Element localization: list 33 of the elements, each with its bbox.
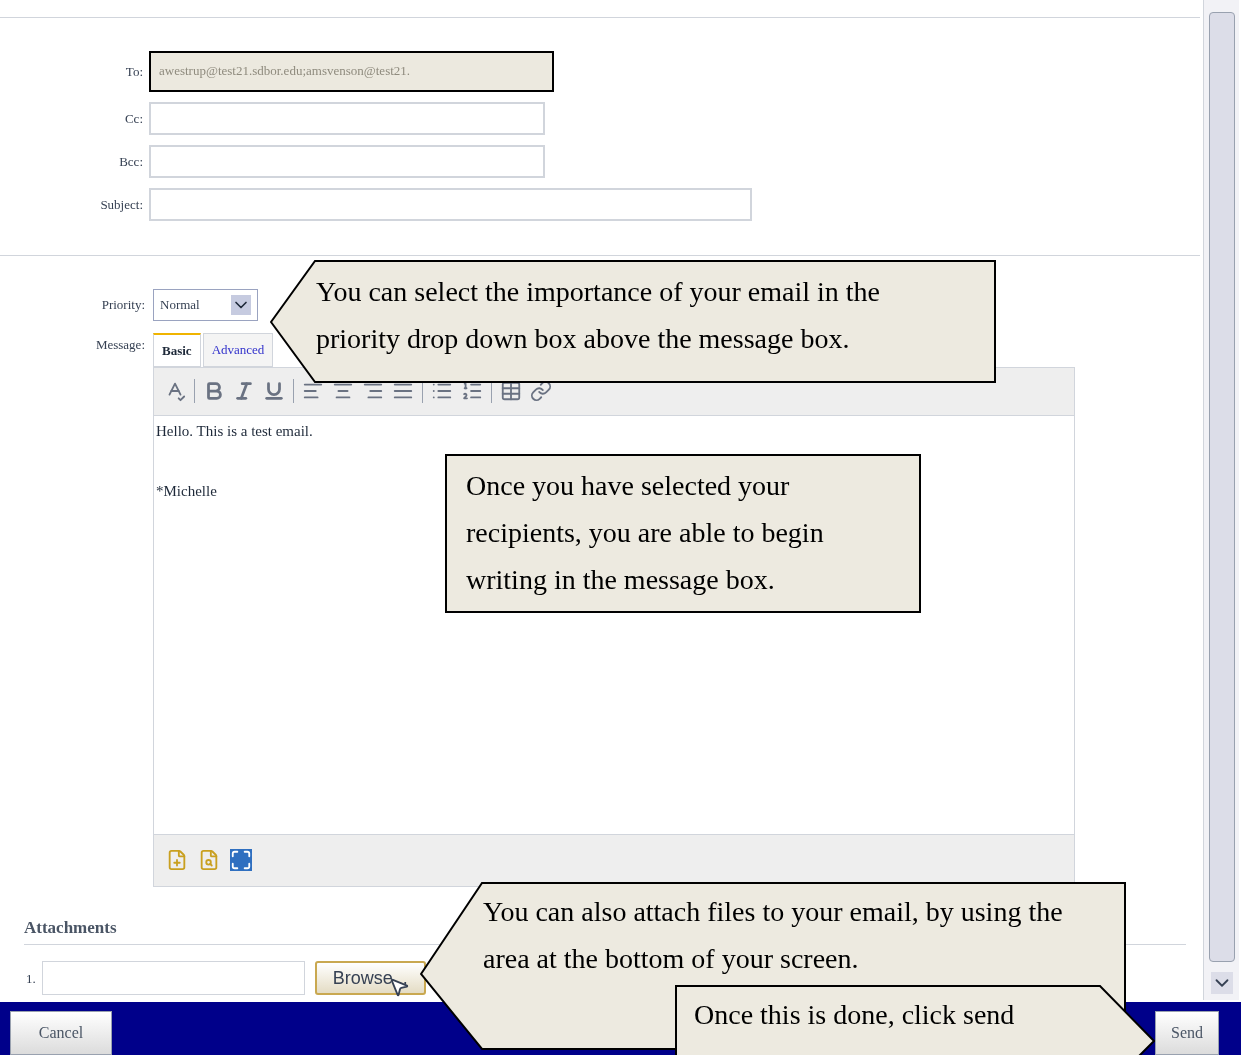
preview-icon [198,849,220,872]
editor-tab[interactable]: Advanced [202,332,274,367]
recipient-field[interactable] [149,144,545,178]
italic-icon [233,380,255,403]
dropdown-icon [231,294,251,315]
editor-tab[interactable]: Basic [153,332,201,367]
browse-button[interactable]: Browse... [314,961,426,996]
cancel-button[interactable]: Cancel [10,1011,112,1055]
field-label: Subject: [99,195,143,214]
message-line: *Michelle [156,482,217,502]
send-button[interactable]: Send [1155,1011,1219,1055]
field-label: Bcc: [118,152,143,171]
field-label: Cc: [123,109,143,128]
callout: Once this is done, click send [675,985,1155,1055]
file-field[interactable] [41,961,305,996]
table-icon [500,380,522,403]
callout: You can select the importance of your email in the priority drop down box above the message box. [270,260,996,383]
underline-icon [263,380,285,403]
callout: Once you have selected your recipients, you are able to begin writing in the message box. [445,454,921,613]
fullscreen-icon [230,849,252,872]
scroll-down-icon [1210,972,1233,994]
recipient-field[interactable] [149,101,545,135]
row-number: 1. [26,969,36,988]
section-heading: Attachments [24,917,117,937]
field-label: Priority: [100,296,145,315]
recipient-field[interactable] [149,187,752,221]
new-document-icon [166,849,188,872]
field-label: To: [124,62,143,81]
message-line: Hello. This is a test email. [156,421,313,441]
field-label: Message: [94,335,145,354]
scrollbar[interactable] [1203,0,1239,1000]
link-icon [530,380,552,403]
priority-select[interactable]: Normal [153,288,258,321]
